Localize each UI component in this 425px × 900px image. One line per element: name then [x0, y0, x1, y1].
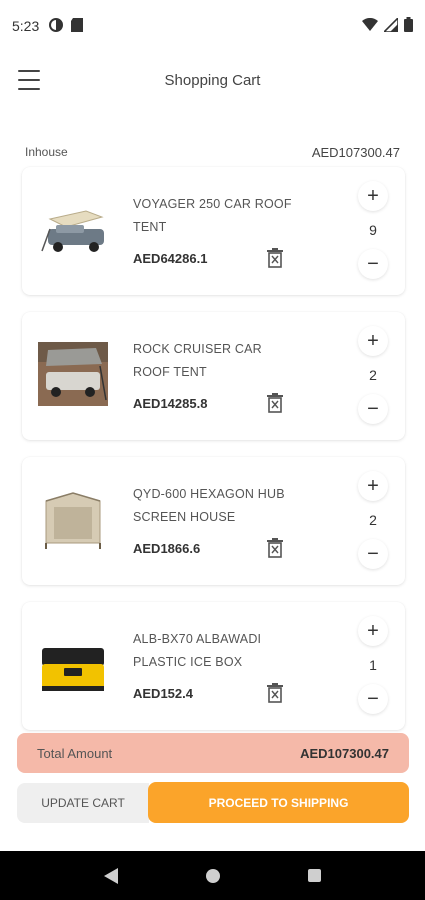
increase-qty-button[interactable]: + [358, 181, 388, 211]
item-name: ALB-BX70 ALBAWADI PLASTIC ICE BOX [133, 632, 262, 669]
product-image-ice-box[interactable] [36, 630, 110, 702]
item-price: AED1866.6 [133, 541, 201, 556]
recents-icon[interactable] [308, 869, 321, 882]
decrease-qty-button[interactable]: − [358, 684, 388, 714]
update-cart-button[interactable]: UPDATE CART [17, 783, 149, 823]
item-name: ROCK CRUISER CAR ROOF TENT [133, 342, 262, 379]
battery-icon [404, 17, 413, 35]
delete-icon[interactable] [266, 537, 284, 559]
item-qty: 2 [369, 512, 377, 528]
shop-total: AED107300.47 [311, 145, 400, 160]
page-title: Shopping Cart [164, 72, 261, 89]
item-price: AED64286.1 [133, 251, 208, 266]
delete-icon[interactable] [266, 392, 284, 414]
cart-item: ROCK CRUISER CAR ROOF TENT AED14285.8 + … [22, 312, 405, 440]
decrease-qty-button[interactable]: − [358, 394, 388, 424]
home-icon[interactable] [206, 868, 220, 883]
system-nav-bar [0, 851, 425, 900]
decrease-qty-button[interactable]: − [358, 539, 388, 569]
product-image-roof-tent[interactable] [36, 340, 110, 412]
cart-item: QYD-600 HEXAGON HUB SCREEN HOUSE AED1866… [22, 457, 405, 585]
increase-qty-button[interactable]: + [358, 326, 388, 356]
item-price: AED14285.8 [133, 396, 208, 411]
status-right [362, 15, 413, 35]
total-amount-label: Total Amount [37, 745, 113, 761]
product-image-screen-house[interactable] [36, 485, 110, 557]
back-icon[interactable] [104, 867, 118, 884]
status-time: 5:23 [12, 18, 40, 34]
proceed-to-shipping-button[interactable]: PROCEED TO SHIPPING [148, 782, 409, 823]
wifi-icon [362, 17, 378, 35]
status-bar: 5:23 [0, 0, 425, 52]
product-image-roof-tent[interactable] [36, 195, 110, 267]
sd-card-icon [71, 17, 84, 35]
shop-name: Inhouse [25, 145, 68, 159]
item-qty: 9 [369, 222, 377, 238]
item-name: VOYAGER 250 CAR ROOF TENT [133, 197, 292, 234]
increase-qty-button[interactable]: + [358, 616, 388, 646]
item-name: QYD-600 HEXAGON HUB SCREEN HOUSE [133, 487, 285, 524]
app-bar: Shopping Cart [0, 56, 425, 108]
delete-icon[interactable] [266, 682, 284, 704]
item-qty: 1 [369, 657, 377, 673]
decrease-qty-button[interactable]: − [358, 249, 388, 279]
total-amount-bar: Total Amount AED107300.47 [17, 733, 409, 773]
item-price: AED152.4 [133, 686, 193, 701]
shop-header: Inhouse AED107300.47 [25, 145, 400, 160]
item-qty: 2 [369, 367, 377, 383]
cart-item: VOYAGER 250 CAR ROOF TENT AED64286.1 + 9… [22, 167, 405, 295]
delete-icon[interactable] [266, 247, 284, 269]
increase-qty-button[interactable]: + [358, 471, 388, 501]
total-amount-value: AED107300.47 [300, 745, 389, 761]
sync-icon [49, 17, 64, 35]
cart-item: ALB-BX70 ALBAWADI PLASTIC ICE BOX AED152… [22, 602, 405, 730]
signal-icon [382, 15, 399, 35]
